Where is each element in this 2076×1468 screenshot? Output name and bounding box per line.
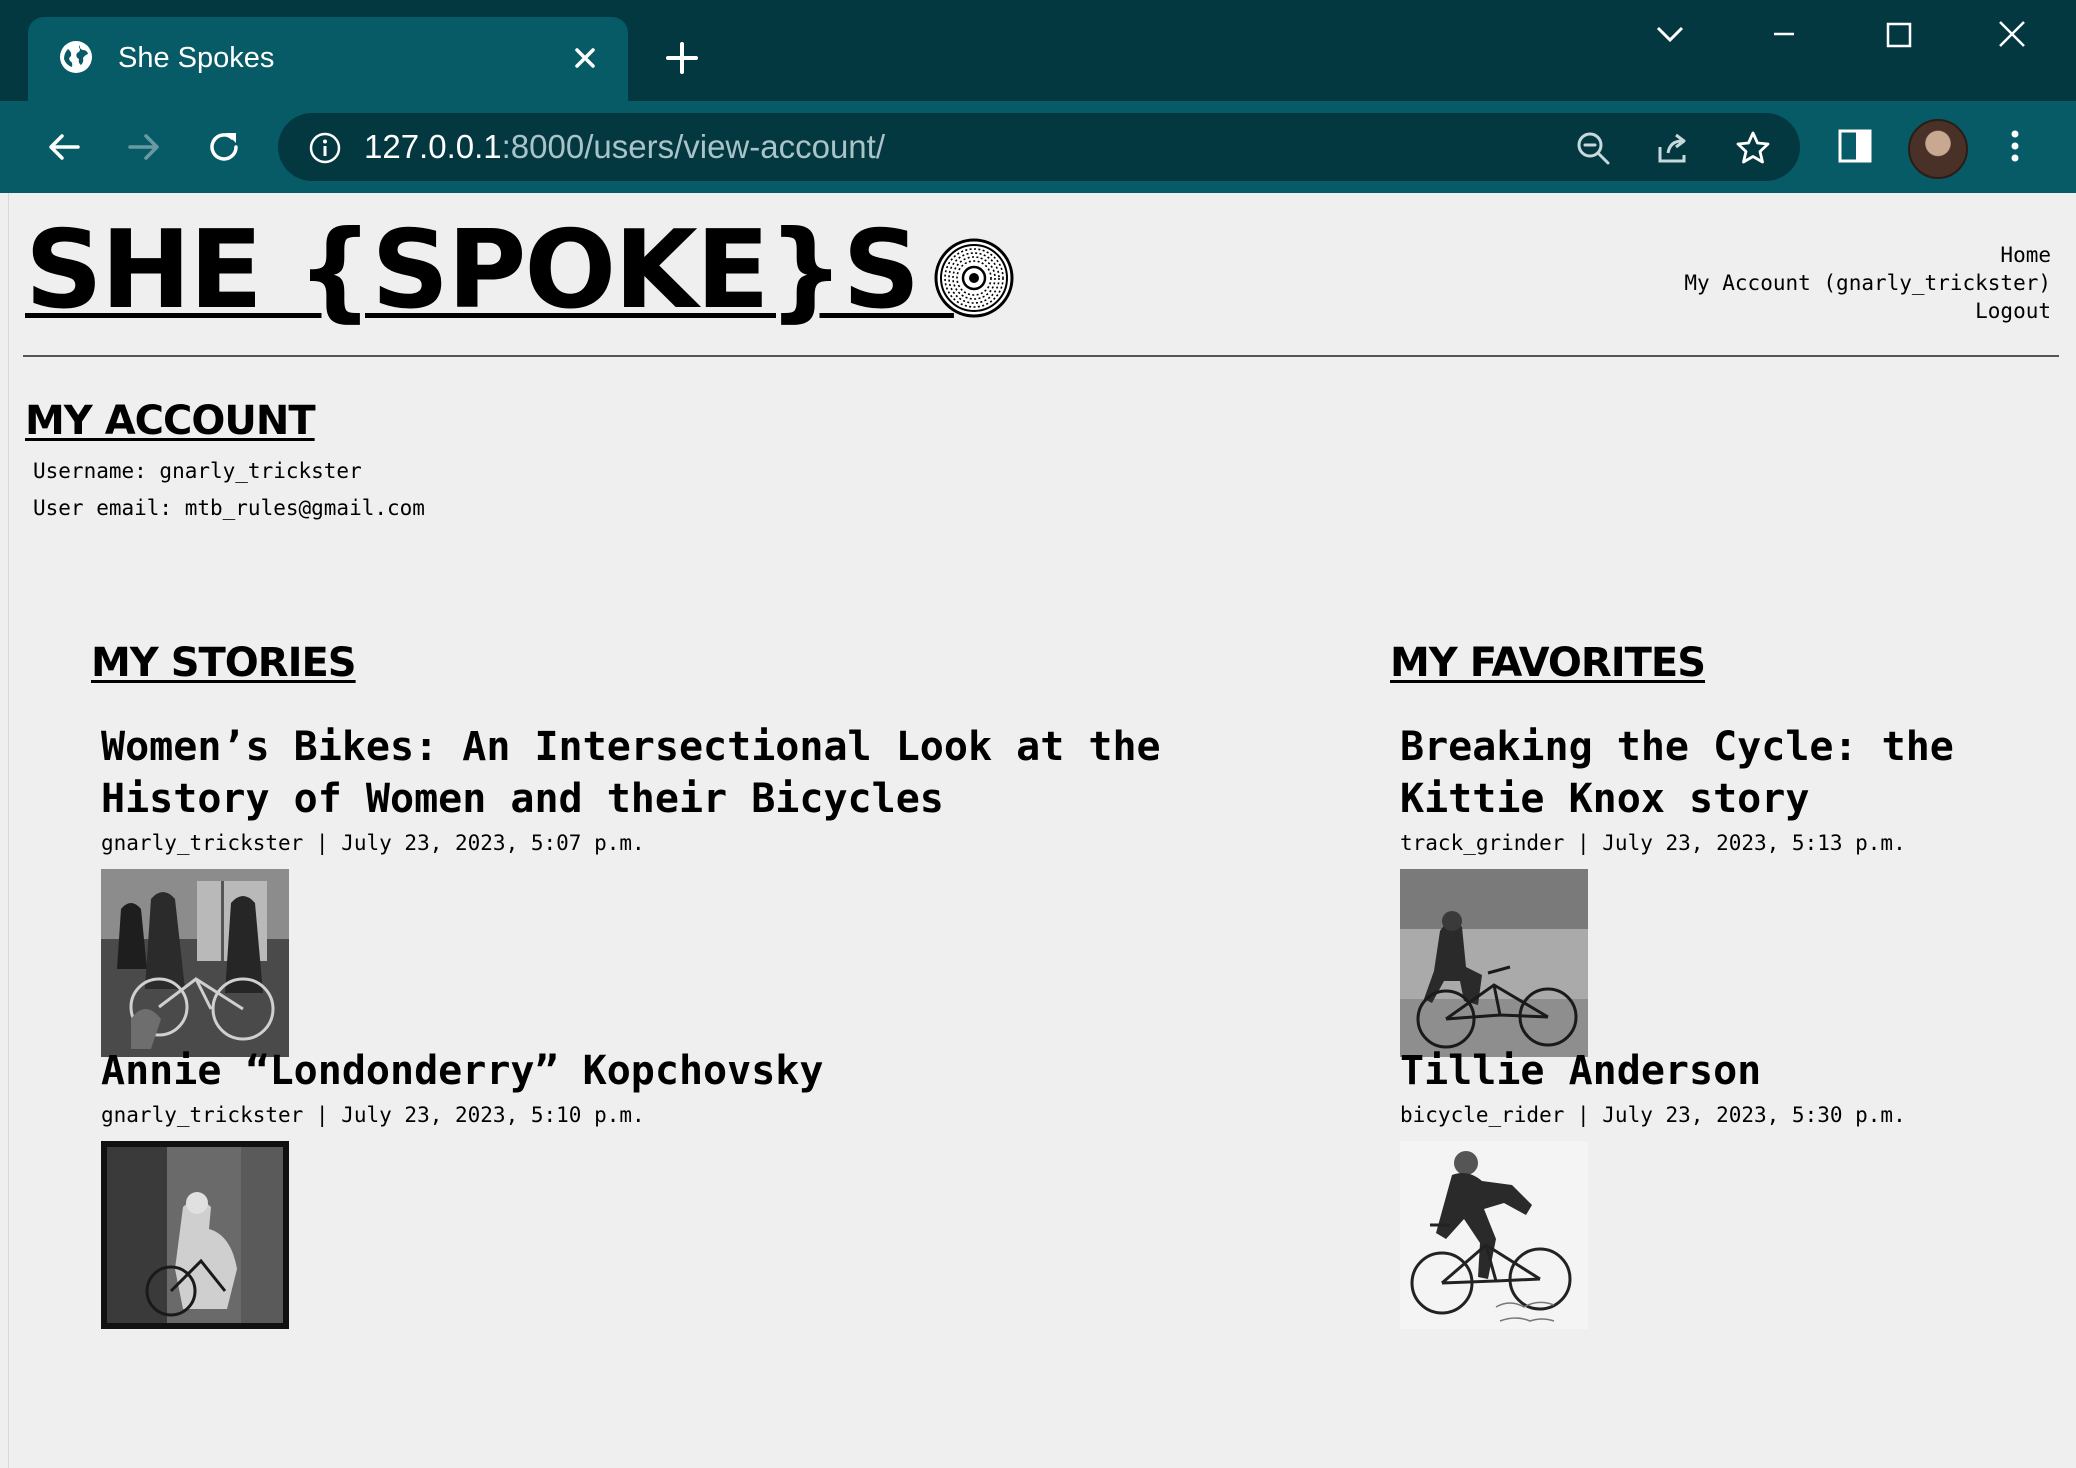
my-favorites-heading: MY FAVORITES: [1390, 640, 1706, 686]
site-info-icon[interactable]: [308, 131, 342, 165]
close-tab-icon[interactable]: [568, 41, 602, 75]
new-tab-icon[interactable]: [662, 38, 702, 78]
forward-arrow-icon[interactable]: [120, 123, 168, 171]
favorite-card: Tillie Anderson bicycle_rider | July 23,…: [1400, 1045, 2040, 1329]
story-card: Women’s Bikes: An Intersectional Look at…: [101, 721, 1341, 1057]
browser-tab[interactable]: She Spokes: [28, 17, 628, 101]
nav-my-account-link[interactable]: My Account (gnarly_trickster): [1684, 269, 2051, 297]
page-content: SHE {SPOKE}S Home My Account (gnarly_tri…: [8, 193, 2069, 1468]
my-stories-heading: MY STORIES: [91, 640, 357, 686]
browser-tab-strip: She Spokes: [0, 0, 2076, 101]
header-divider: [23, 355, 2059, 357]
bicycle-wheel-icon: [934, 238, 1014, 318]
close-window-icon[interactable]: [1982, 14, 2042, 54]
bookmark-star-icon[interactable]: [1734, 129, 1772, 167]
favorite-meta: track_grinder | July 23, 2023, 5:13 p.m.: [1400, 831, 1906, 855]
favorite-title-link[interactable]: Breaking the Cycle: the Kittie Knox stor…: [1400, 721, 2040, 825]
site-logo-title[interactable]: SHE {SPOKE}S: [25, 211, 954, 331]
address-bar[interactable]: 127.0.0.1:8000/users/view-account/: [278, 113, 1800, 181]
nav-home-link[interactable]: Home: [1684, 241, 2051, 269]
side-panel-icon[interactable]: [1832, 123, 1878, 169]
favorite-thumbnail-image[interactable]: [1400, 869, 1588, 1057]
story-card: Annie “Londonderry” Kopchovsky gnarly_tr…: [101, 1045, 1341, 1329]
story-meta: gnarly_trickster | July 23, 2023, 5:10 p…: [101, 1103, 645, 1127]
story-title-link[interactable]: Annie “Londonderry” Kopchovsky: [101, 1045, 1341, 1097]
story-thumbnail-image[interactable]: [101, 1141, 289, 1329]
favorite-meta: bicycle_rider | July 23, 2023, 5:30 p.m.: [1400, 1103, 1906, 1127]
nav-logout-link[interactable]: Logout: [1684, 297, 2051, 325]
profile-avatar[interactable]: [1908, 119, 1968, 179]
browser-toolbar: 127.0.0.1:8000/users/view-account/: [0, 101, 2076, 193]
tab-search-chevron-icon[interactable]: [1640, 14, 1700, 54]
share-icon[interactable]: [1654, 129, 1692, 167]
tab-title: She Spokes: [118, 42, 275, 74]
email-line: User email: mtb_rules@gmail.com: [33, 496, 425, 520]
url-text[interactable]: 127.0.0.1:8000/users/view-account/: [364, 127, 885, 167]
top-navigation: Home My Account (gnarly_trickster) Logou…: [1684, 241, 2051, 325]
username-line: Username: gnarly_trickster: [33, 459, 362, 483]
globe-icon: [60, 41, 92, 73]
maximize-icon[interactable]: [1868, 14, 1928, 54]
zoom-out-icon[interactable]: [1574, 129, 1612, 167]
url-host: 127.0.0.1: [364, 128, 502, 165]
favorite-title-link[interactable]: Tillie Anderson: [1400, 1045, 2040, 1097]
favorite-card: Breaking the Cycle: the Kittie Knox stor…: [1400, 721, 2040, 1057]
url-path: :8000/users/view-account/: [501, 128, 885, 165]
story-title-link[interactable]: Women’s Bikes: An Intersectional Look at…: [101, 721, 1341, 825]
minimize-icon[interactable]: [1754, 14, 1814, 54]
story-thumbnail-image[interactable]: [101, 869, 289, 1057]
story-meta: gnarly_trickster | July 23, 2023, 5:07 p…: [101, 831, 645, 855]
favorite-thumbnail-image[interactable]: [1400, 1141, 1588, 1329]
more-menu-icon[interactable]: [1992, 123, 2038, 169]
my-account-heading: MY ACCOUNT: [25, 398, 316, 444]
back-arrow-icon[interactable]: [40, 123, 88, 171]
reload-icon[interactable]: [200, 123, 248, 171]
